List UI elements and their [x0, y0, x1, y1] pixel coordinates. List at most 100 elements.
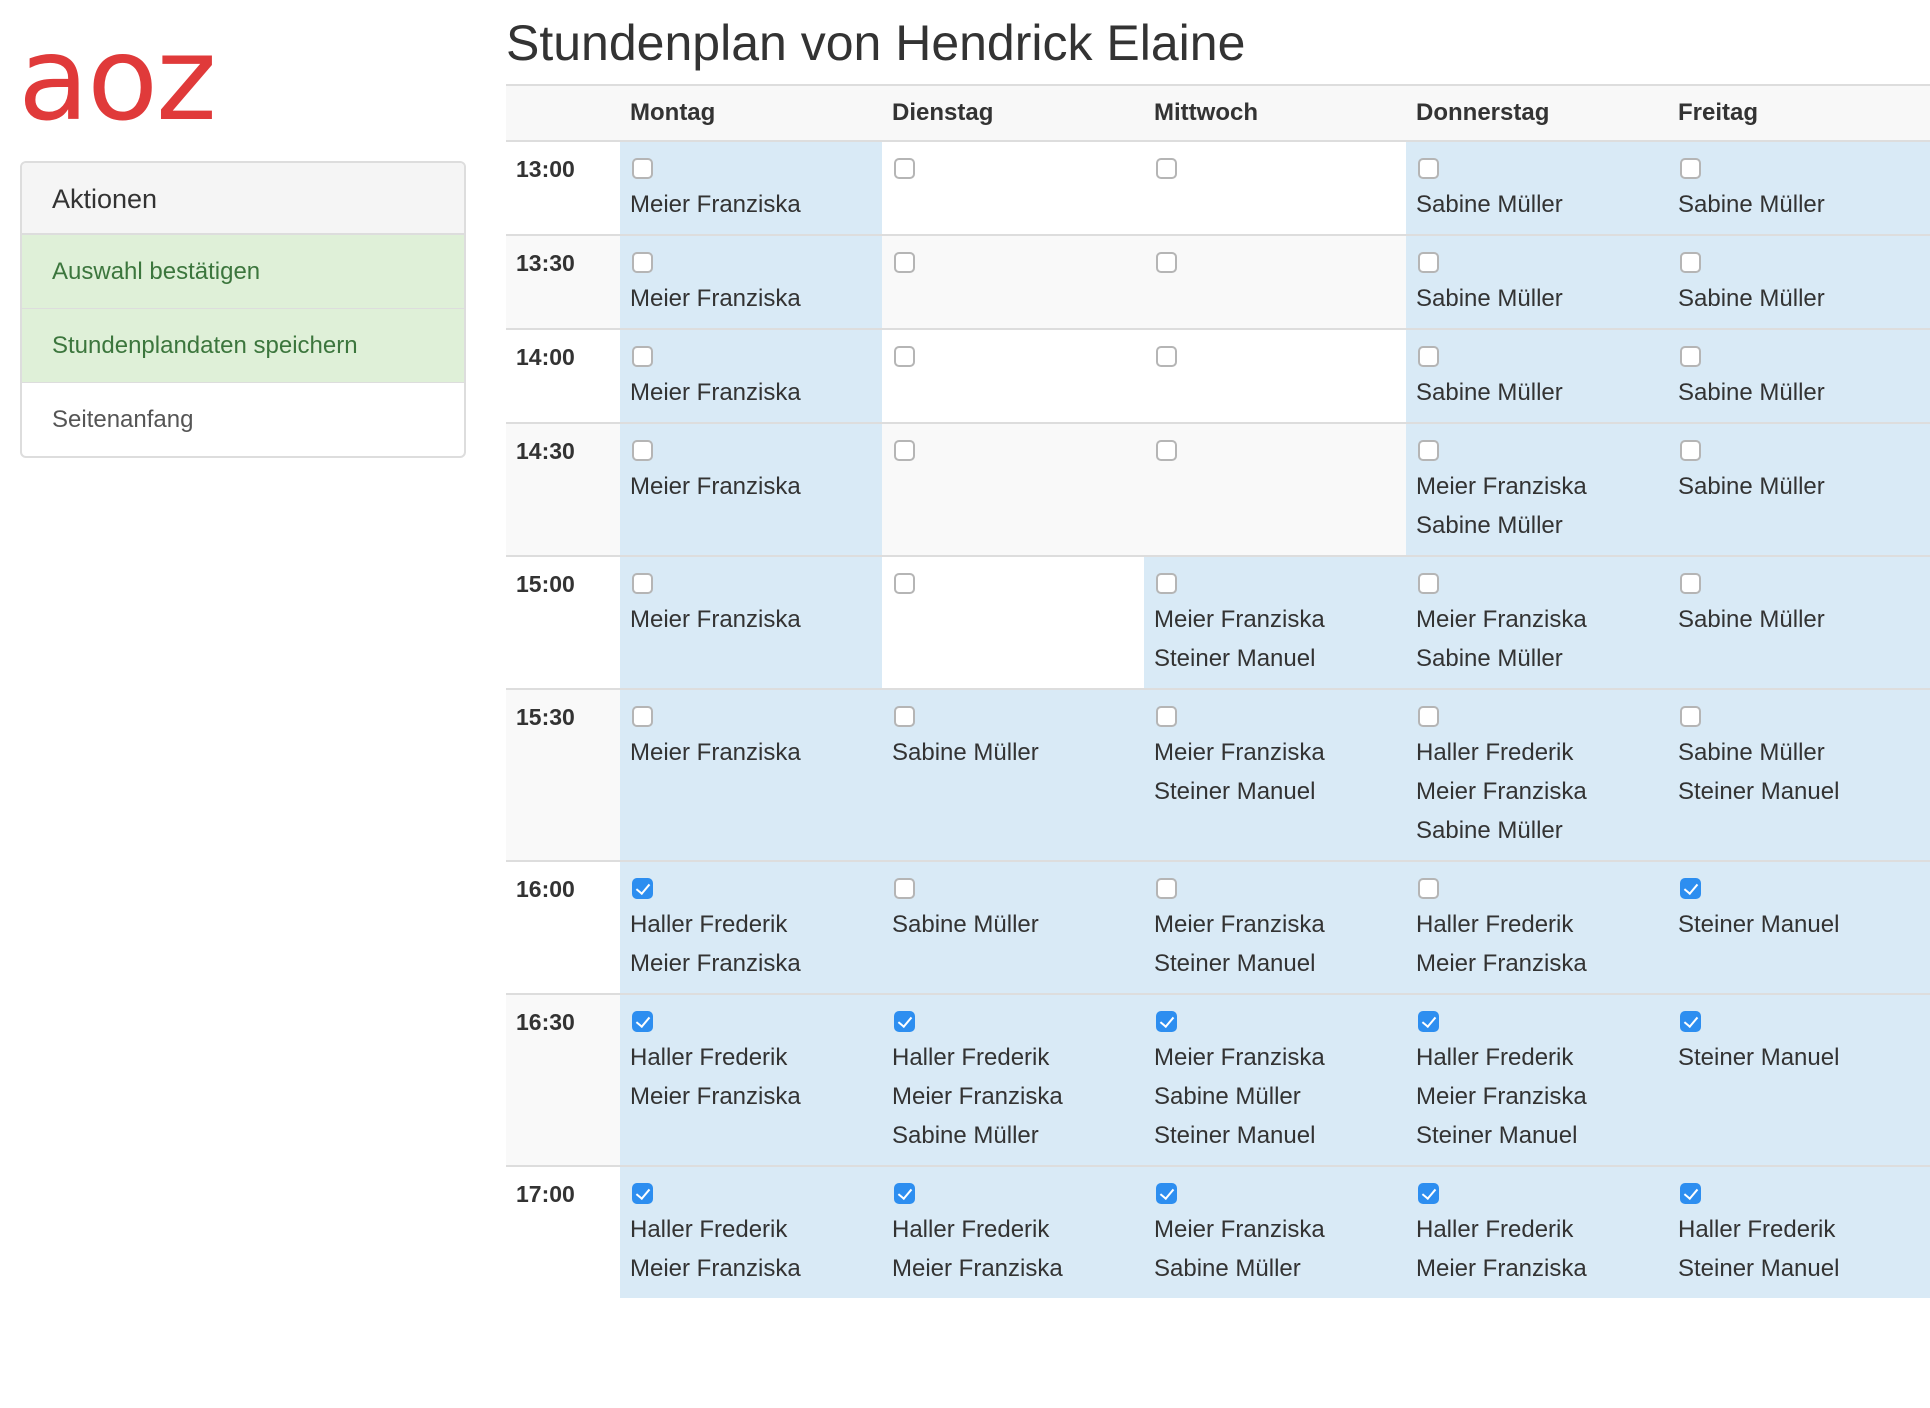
time-slot-label: 15:00 [506, 556, 620, 689]
slot-checkbox[interactable] [632, 252, 653, 273]
slot-checkbox[interactable] [1156, 573, 1177, 594]
schedule-table: Montag Dienstag Mittwoch Donnerstag Frei… [506, 84, 1930, 1298]
slot-cell-donnerstag: Haller Frederik Meier Franziska [1406, 861, 1668, 994]
day-header-mittwoch: Mittwoch [1144, 85, 1406, 142]
slot-checkbox[interactable] [1680, 706, 1701, 727]
slot-checkbox[interactable] [1680, 1011, 1701, 1032]
save-schedule-button[interactable]: Stundenplandaten speichern [22, 309, 464, 383]
slot-checkbox[interactable] [1156, 440, 1177, 461]
slot-checkbox[interactable] [1418, 252, 1439, 273]
slot-checkbox[interactable] [632, 1011, 653, 1032]
slot-checkbox[interactable] [1418, 1183, 1439, 1204]
slot-checkbox[interactable] [1418, 573, 1439, 594]
slot-checkbox[interactable] [894, 252, 915, 273]
slot-checkbox[interactable] [1156, 1183, 1177, 1204]
teacher-name: Meier Franziska [630, 606, 801, 633]
slot-checkbox[interactable] [632, 573, 653, 594]
slot-cell-dienstag: Haller Frederik Meier Franziska Sabine Mül… [882, 994, 1144, 1166]
time-slot-label: 13:30 [506, 235, 620, 329]
slot-cell-mittwoch [1144, 329, 1406, 423]
actions-panel-heading: Aktionen [22, 163, 464, 235]
slot-cell-donnerstag: Sabine Müller [1406, 329, 1668, 423]
slot-cell-mittwoch: Meier Franziska Steiner Manuel [1144, 556, 1406, 689]
teacher-name: Haller Frederik [892, 1216, 1050, 1243]
teacher-name: Sabine Müller [892, 739, 1039, 766]
slot-checkbox[interactable] [1680, 252, 1701, 273]
slot-checkbox[interactable] [894, 706, 915, 727]
slot-checkbox[interactable] [1156, 1011, 1177, 1032]
slot-checkbox[interactable] [1418, 706, 1439, 727]
slot-checkbox[interactable] [632, 1183, 653, 1204]
slot-checkbox[interactable] [894, 158, 915, 179]
slot-cell-freitag: Steiner Manuel [1668, 994, 1930, 1166]
teacher-name: Haller Frederik [630, 911, 788, 938]
teacher-name: Sabine Müller [1678, 606, 1825, 633]
slot-cell-dienstag [882, 329, 1144, 423]
teacher-name: Meier Franziska [1416, 473, 1587, 500]
slot-checkbox[interactable] [1680, 878, 1701, 899]
slot-checkbox[interactable] [1156, 878, 1177, 899]
slot-checkbox[interactable] [894, 1011, 915, 1032]
slot-checkbox[interactable] [1418, 440, 1439, 461]
slot-cell-freitag: Sabine Müller Steiner Manuel [1668, 689, 1930, 861]
slot-cell-dienstag [882, 141, 1144, 235]
schedule-row: 17:00 Haller Frederik Meier Franziska Halle… [506, 1166, 1930, 1298]
slot-cell-donnerstag: Haller Frederik Meier Franziska Sabine Mül… [1406, 689, 1668, 861]
slot-cell-mittwoch: Meier Franziska Sabine Müller Steiner Manu… [1144, 994, 1406, 1166]
slot-cell-montag: Haller Frederik Meier Franziska [620, 861, 882, 994]
slot-cell-freitag: Sabine Müller [1668, 423, 1930, 556]
slot-checkbox[interactable] [1418, 878, 1439, 899]
teacher-name: Steiner Manuel [1416, 1122, 1578, 1149]
slot-checkbox[interactable] [1156, 346, 1177, 367]
slot-cell-dienstag [882, 235, 1144, 329]
day-header-freitag: Freitag [1668, 85, 1930, 142]
slot-checkbox[interactable] [1156, 252, 1177, 273]
aoz-logo[interactable]: aoz [18, 22, 217, 138]
slot-cell-freitag: Haller Frederik Steiner Manuel [1668, 1166, 1930, 1298]
teacher-name: Steiner Manuel [1154, 645, 1316, 672]
slot-checkbox[interactable] [1156, 158, 1177, 179]
teacher-name: Meier Franziska [630, 739, 801, 766]
slot-checkbox[interactable] [1680, 440, 1701, 461]
slot-checkbox[interactable] [894, 878, 915, 899]
slot-checkbox[interactable] [894, 440, 915, 461]
slot-checkbox[interactable] [632, 440, 653, 461]
slot-checkbox[interactable] [632, 706, 653, 727]
slot-cell-montag: Meier Franziska [620, 423, 882, 556]
slot-cell-freitag: Steiner Manuel [1668, 861, 1930, 994]
slot-checkbox[interactable] [632, 158, 653, 179]
slot-checkbox[interactable] [1418, 158, 1439, 179]
schedule-row: 15:30 Meier Franziska Sabine Müller Meier F… [506, 689, 1930, 861]
slot-checkbox[interactable] [1418, 1011, 1439, 1032]
slot-cell-freitag: Sabine Müller [1668, 235, 1930, 329]
confirm-selection-button[interactable]: Auswahl bestätigen [22, 235, 464, 309]
slot-cell-freitag: Sabine Müller [1668, 141, 1930, 235]
slot-checkbox[interactable] [894, 573, 915, 594]
teacher-name: Sabine Müller [892, 1122, 1039, 1149]
time-slot-label: 17:00 [506, 1166, 620, 1298]
slot-cell-donnerstag: Meier Franziska Sabine Müller [1406, 423, 1668, 556]
slot-checkbox[interactable] [894, 346, 915, 367]
teacher-name: Sabine Müller [892, 911, 1039, 938]
slot-checkbox[interactable] [1418, 346, 1439, 367]
slot-checkbox[interactable] [1680, 1183, 1701, 1204]
slot-checkbox[interactable] [1156, 706, 1177, 727]
slot-cell-freitag: Sabine Müller [1668, 329, 1930, 423]
slot-checkbox[interactable] [1680, 346, 1701, 367]
teacher-name: Sabine Müller [1416, 379, 1563, 406]
teacher-name: Sabine Müller [1678, 473, 1825, 500]
schedule-row: 13:30 Meier Franziska Sabine Müller Sabine … [506, 235, 1930, 329]
day-header-dienstag: Dienstag [882, 85, 1144, 142]
slot-checkbox[interactable] [1680, 573, 1701, 594]
slot-cell-mittwoch [1144, 141, 1406, 235]
slot-checkbox[interactable] [1680, 158, 1701, 179]
slot-cell-mittwoch [1144, 235, 1406, 329]
slot-checkbox[interactable] [632, 878, 653, 899]
day-header-montag: Montag [620, 85, 882, 142]
slot-cell-mittwoch: Meier Franziska Steiner Manuel [1144, 689, 1406, 861]
slot-checkbox[interactable] [894, 1183, 915, 1204]
slot-checkbox[interactable] [632, 346, 653, 367]
teacher-name: Haller Frederik [1678, 1216, 1836, 1243]
slot-cell-mittwoch: Meier Franziska Steiner Manuel [1144, 861, 1406, 994]
page-top-link[interactable]: Seitenanfang [22, 383, 464, 456]
